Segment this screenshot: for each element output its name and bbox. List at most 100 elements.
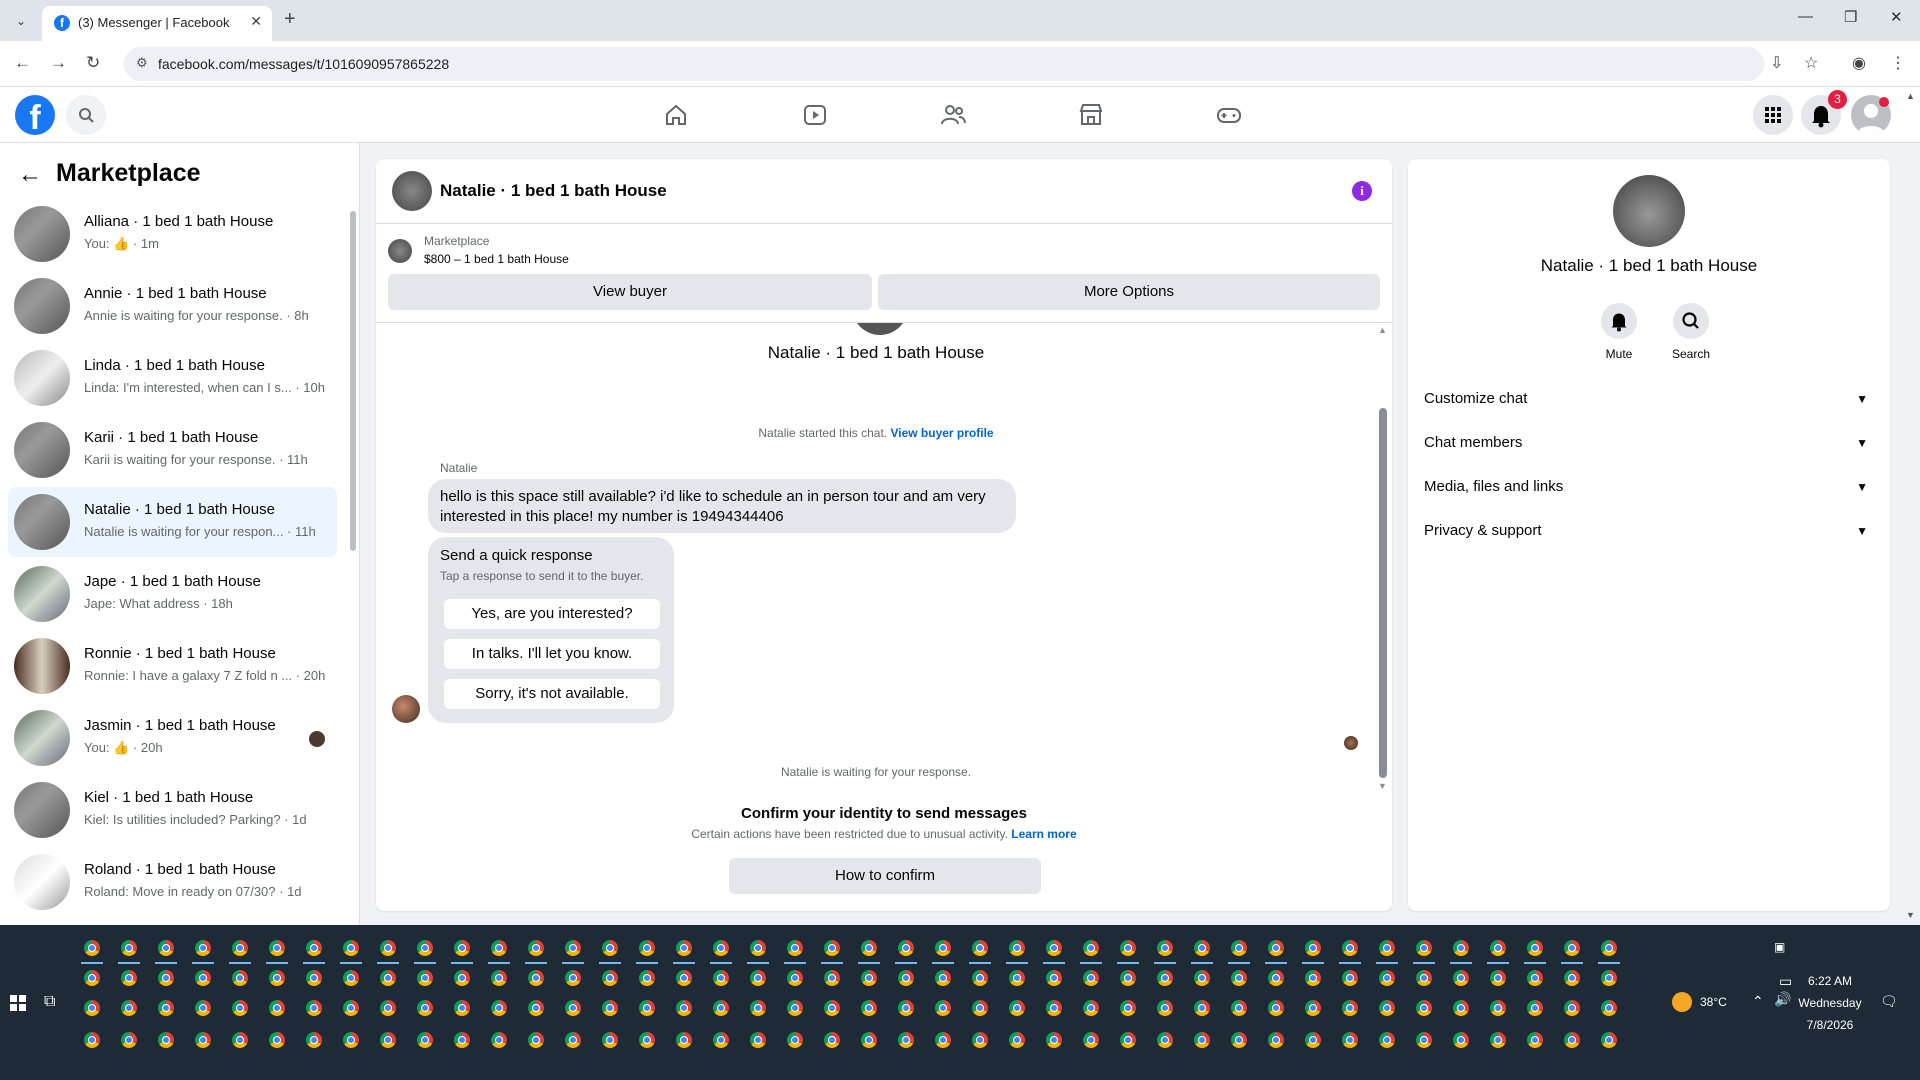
display-icon[interactable]: ▣ <box>1774 940 1785 954</box>
chat-title[interactable]: Natalie · 1 bed 1 bath House <box>440 181 667 201</box>
chrome-taskbar-icon[interactable] <box>343 940 359 956</box>
clock-time[interactable]: 6:22 AM <box>1800 974 1860 988</box>
chrome-taskbar-icon[interactable] <box>824 970 840 986</box>
chrome-taskbar-icon[interactable] <box>1194 940 1210 956</box>
search-button[interactable] <box>66 95 106 135</box>
chrome-taskbar-icon[interactable] <box>232 1000 248 1016</box>
chrome-taskbar-icon[interactable] <box>787 940 803 956</box>
chrome-taskbar-icon[interactable] <box>121 1032 137 1048</box>
info-icon[interactable]: i <box>1352 181 1372 201</box>
chrome-taskbar-icon[interactable] <box>1120 940 1136 956</box>
quick-response-option[interactable]: In talks. I'll let you know. <box>444 639 660 669</box>
chrome-taskbar-icon[interactable] <box>380 1032 396 1048</box>
chrome-taskbar-icon[interactable] <box>898 940 914 956</box>
chrome-taskbar-icon[interactable] <box>787 1000 803 1016</box>
network-icon[interactable]: ▭ <box>1779 973 1792 990</box>
profile-avatar[interactable] <box>1613 175 1685 247</box>
chrome-taskbar-icon[interactable] <box>232 940 248 956</box>
chrome-taskbar-icon[interactable] <box>972 1032 988 1048</box>
chrome-taskbar-icon[interactable] <box>84 1000 100 1016</box>
chrome-taskbar-icon[interactable] <box>1120 970 1136 986</box>
facebook-logo-icon[interactable]: f <box>15 95 55 137</box>
chrome-taskbar-icon[interactable] <box>1305 1000 1321 1016</box>
friends-icon[interactable] <box>939 101 967 129</box>
chrome-taskbar-icon[interactable] <box>1527 1000 1543 1016</box>
chrome-taskbar-icon[interactable] <box>269 1032 285 1048</box>
chrome-taskbar-icon[interactable] <box>1046 1000 1062 1016</box>
chrome-taskbar-icon[interactable] <box>380 970 396 986</box>
customize-chat-section[interactable]: Customize chat ▼ <box>1424 381 1874 417</box>
how-to-confirm-button[interactable]: How to confirm <box>729 858 1041 894</box>
video-icon[interactable] <box>801 101 829 129</box>
chrome-taskbar-icon[interactable] <box>1527 940 1543 956</box>
conversation-item[interactable]: Annie · 1 bed 1 bath House Annie is wait… <box>8 271 337 341</box>
browser-menu-icon[interactable]: ⋮ <box>1890 53 1906 73</box>
chrome-taskbar-icon[interactable] <box>380 1000 396 1016</box>
chrome-taskbar-icon[interactable] <box>269 940 285 956</box>
chrome-taskbar-icon[interactable] <box>861 1032 877 1048</box>
chrome-taskbar-icon[interactable] <box>121 970 137 986</box>
chrome-taskbar-icon[interactable] <box>1379 970 1395 986</box>
browser-tab[interactable]: f (3) Messenger | Facebook ✕ <box>42 6 272 41</box>
chrome-taskbar-icon[interactable] <box>972 970 988 986</box>
chrome-taskbar-icon[interactable] <box>1009 1032 1025 1048</box>
chrome-taskbar-icon[interactable] <box>602 940 618 956</box>
gaming-icon[interactable] <box>1215 101 1243 129</box>
chrome-taskbar-icon[interactable] <box>1231 1032 1247 1048</box>
chrome-taskbar-icon[interactable] <box>1120 1000 1136 1016</box>
page-scroll-up-icon[interactable]: ▲ <box>1906 91 1915 101</box>
chrome-taskbar-icon[interactable] <box>639 940 655 956</box>
chrome-taskbar-icon[interactable] <box>158 970 174 986</box>
chrome-taskbar-icon[interactable] <box>1342 1000 1358 1016</box>
chrome-taskbar-icon[interactable] <box>1157 970 1173 986</box>
chrome-taskbar-icon[interactable] <box>343 1032 359 1048</box>
chrome-taskbar-icon[interactable] <box>1453 940 1469 956</box>
chrome-taskbar-icon[interactable] <box>1231 970 1247 986</box>
view-buyer-button[interactable]: View buyer <box>388 274 872 310</box>
tab-search-button[interactable]: ⌄ <box>10 10 32 32</box>
minimize-icon[interactable]: — <box>1798 8 1813 25</box>
chrome-taskbar-icon[interactable] <box>306 970 322 986</box>
chrome-taskbar-icon[interactable] <box>676 1000 692 1016</box>
tab-close-icon[interactable]: ✕ <box>250 13 262 30</box>
chrome-taskbar-icon[interactable] <box>84 940 100 956</box>
scroll-down-arrow-icon[interactable]: ▼ <box>1378 781 1387 791</box>
chrome-taskbar-icon[interactable] <box>713 940 729 956</box>
chrome-taskbar-icon[interactable] <box>491 970 507 986</box>
quick-response-option[interactable]: Sorry, it's not available. <box>444 679 660 709</box>
view-buyer-profile-link[interactable]: View buyer profile <box>890 426 993 440</box>
chrome-taskbar-icon[interactable] <box>713 1032 729 1048</box>
conversation-item[interactable]: Ronnie · 1 bed 1 bath House Ronnie: I ha… <box>8 631 337 701</box>
chrome-taskbar-icon[interactable] <box>1453 1032 1469 1048</box>
chrome-taskbar-icon[interactable] <box>1009 1000 1025 1016</box>
chrome-taskbar-icon[interactable] <box>861 970 877 986</box>
chrome-taskbar-icon[interactable] <box>417 1032 433 1048</box>
menu-grid-button[interactable] <box>1753 95 1793 135</box>
chrome-taskbar-icon[interactable] <box>676 940 692 956</box>
chrome-taskbar-icon[interactable] <box>898 1032 914 1048</box>
chrome-taskbar-icon[interactable] <box>1416 970 1432 986</box>
windows-start-icon[interactable] <box>10 995 26 1011</box>
chrome-taskbar-icon[interactable] <box>528 940 544 956</box>
message-scrollbar[interactable] <box>1379 408 1387 778</box>
chrome-taskbar-icon[interactable] <box>565 940 581 956</box>
conversation-item[interactable]: Alliana · 1 bed 1 bath House You: 👍 · 1m <box>8 199 337 269</box>
back-arrow-icon[interactable]: ← <box>18 161 42 189</box>
chrome-taskbar-icon[interactable] <box>676 1032 692 1048</box>
forward-icon[interactable]: → <box>50 53 67 73</box>
chrome-taskbar-icon[interactable] <box>1490 1000 1506 1016</box>
install-app-icon[interactable]: ⇩ <box>1770 53 1783 73</box>
chrome-taskbar-icon[interactable] <box>1379 940 1395 956</box>
chrome-taskbar-icon[interactable] <box>1342 1032 1358 1048</box>
chrome-taskbar-icon[interactable] <box>380 940 396 956</box>
conversation-item[interactable]: Jape · 1 bed 1 bath House Jape: What add… <box>8 559 337 629</box>
chrome-taskbar-icon[interactable] <box>1416 1000 1432 1016</box>
chrome-taskbar-icon[interactable] <box>1601 1032 1617 1048</box>
conversation-list-scrollbar[interactable] <box>350 211 356 551</box>
chrome-taskbar-icon[interactable] <box>269 1000 285 1016</box>
chrome-taskbar-icon[interactable] <box>602 1032 618 1048</box>
page-scroll-down-icon[interactable]: ▼ <box>1906 910 1915 920</box>
chrome-taskbar-icon[interactable] <box>565 1032 581 1048</box>
chat-members-section[interactable]: Chat members ▼ <box>1424 425 1874 461</box>
chrome-taskbar-icon[interactable] <box>898 970 914 986</box>
